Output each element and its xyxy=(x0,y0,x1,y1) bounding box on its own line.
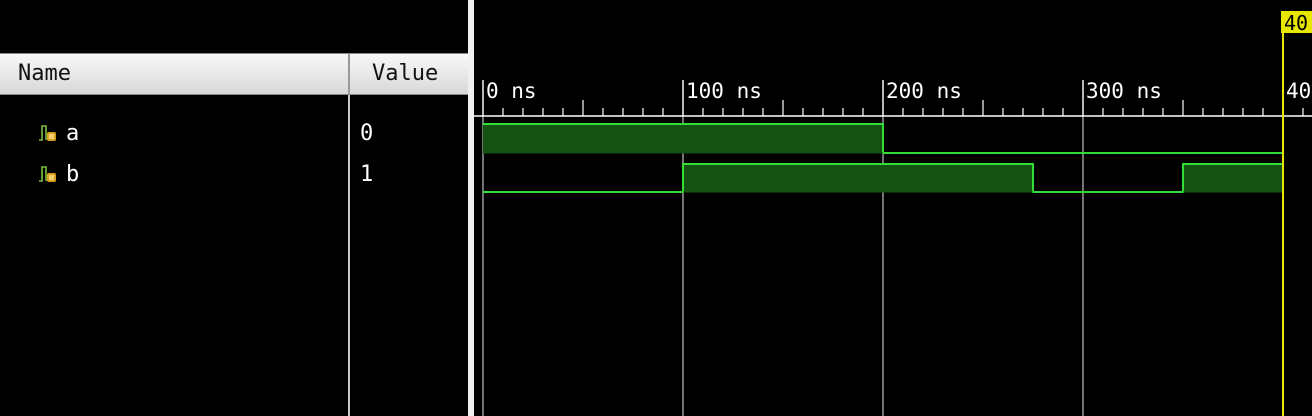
signal-high-fill xyxy=(1183,164,1283,192)
signal-name-pane: Name Value a 0 b 1 xyxy=(0,0,468,416)
signal-row-a[interactable]: a 0 xyxy=(0,114,468,154)
waveform-canvas[interactable]: 0 ns 100 ns 200 ns 300 ns 40 40 xyxy=(474,0,1312,416)
logic-signal-icon xyxy=(39,125,56,141)
value-column-header[interactable]: Value xyxy=(372,54,438,94)
signal-high-fill xyxy=(683,164,1033,192)
signal-value: 0 xyxy=(360,121,374,146)
cursor-time-label: 40 xyxy=(1284,11,1308,35)
signal-name: b xyxy=(66,162,80,187)
column-header-row: Name Value xyxy=(0,53,468,95)
signal-row-b[interactable]: b 1 xyxy=(0,155,468,195)
name-column-header[interactable]: Name xyxy=(18,54,71,94)
waveform-pane[interactable]: 0 ns 100 ns 200 ns 300 ns 40 40 xyxy=(474,0,1312,416)
tick-label: 0 ns xyxy=(486,79,537,103)
signal-name: a xyxy=(66,121,80,146)
logic-signal-icon xyxy=(39,166,56,182)
tick-label: 300 ns xyxy=(1086,79,1162,103)
tick-label: 200 ns xyxy=(886,79,962,103)
signal-value: 1 xyxy=(360,162,374,187)
signal-high-fill xyxy=(483,124,883,153)
header-divider[interactable] xyxy=(348,54,350,94)
tick-label: 100 ns xyxy=(686,79,762,103)
tick-label: 40 xyxy=(1286,79,1311,103)
